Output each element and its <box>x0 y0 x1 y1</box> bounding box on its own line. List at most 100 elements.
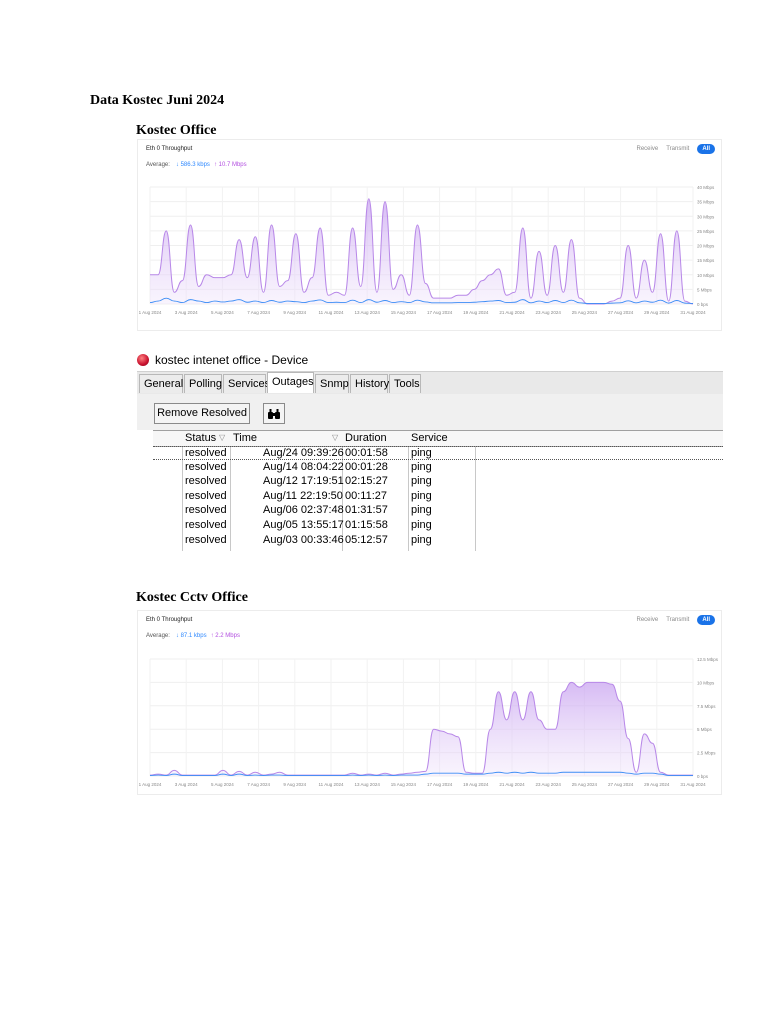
y-tick-label: 15 Mbps <box>697 258 715 263</box>
x-tick-label: 9 Aug 2024 <box>283 310 306 315</box>
x-tick-label: 1 Aug 2024 <box>139 310 162 315</box>
y-tick-label: 7.5 Mbps <box>697 704 716 709</box>
tab-tools[interactable]: Tools <box>389 374 421 393</box>
cell-duration: 02:15:27 <box>345 475 388 488</box>
x-tick-label: 21 Aug 2024 <box>499 782 525 787</box>
x-tick-label: 31 Aug 2024 <box>680 310 706 315</box>
table-header: Status Time Duration Service ▽ ▽ <box>153 431 723 447</box>
x-tick-label: 13 Aug 2024 <box>355 782 381 787</box>
x-tick-label: 23 Aug 2024 <box>536 782 562 787</box>
cell-duration: 00:01:28 <box>345 460 388 473</box>
x-tick-label: 7 Aug 2024 <box>247 310 270 315</box>
x-tick-label: 3 Aug 2024 <box>175 310 198 315</box>
x-tick-label: 1 Aug 2024 <box>139 782 162 787</box>
y-tick-label: 5 Mbps <box>697 287 713 292</box>
cell-service: ping <box>411 475 432 488</box>
x-tick-label: 11 Aug 2024 <box>319 782 344 787</box>
cell-service: ping <box>411 447 432 459</box>
cell-service: ping <box>411 519 432 531</box>
column-header-time[interactable]: Time <box>233 432 257 444</box>
cell-status: resolved <box>185 460 227 473</box>
column-header-status[interactable]: Status <box>185 432 216 444</box>
x-tick-label: 5 Aug 2024 <box>211 782 234 787</box>
remove-resolved-button[interactable]: Remove Resolved <box>154 403 250 424</box>
tab-snmp[interactable]: Snmp <box>315 374 349 393</box>
throughput-chart-office: 40 Mbps 35 Mbps 30 Mbps 25 Mbps 20 Mbps 15 Mb… <box>139 185 715 315</box>
cell-status: resolved <box>185 519 227 531</box>
y-tick-label: 10 Mbps <box>697 273 715 278</box>
window-title-bar: kostec intenet office - Device <box>137 351 308 369</box>
throughput-chart-cctv: 12.5 Mbps 10 Mbps 7.5 Mbps 5 Mbps 2.5 Mbps 0 … <box>139 657 719 787</box>
cell-time: Aug/12 17:19:51 <box>263 475 344 488</box>
throughput-panel-cctv: Eth 0 Throughput Average: ↓ 87.1 kbps ↑ 2.… <box>137 610 722 795</box>
sort-icon[interactable]: ▽ <box>219 433 225 442</box>
x-tick-label: 17 Aug 2024 <box>427 782 453 787</box>
cell-service: ping <box>411 489 432 502</box>
document-title: Data Kostec Juni 2024 <box>90 93 225 108</box>
cell-service: ping <box>411 460 432 473</box>
x-tick-label: 15 Aug 2024 <box>391 782 417 787</box>
table-row[interactable]: resolved Aug/03 00:33:46 05:12:57 ping <box>153 534 723 548</box>
cell-time: Aug/06 02:37:48 <box>263 504 344 517</box>
cell-time: Aug/14 08:04:22 <box>263 460 344 473</box>
tab-outages[interactable]: Outages <box>267 372 314 393</box>
x-tick-label: 3 Aug 2024 <box>175 782 198 787</box>
y-tick-label: 10 Mbps <box>697 680 715 685</box>
x-tick-label: 27 Aug 2024 <box>608 310 634 315</box>
y-tick-label: 5 Mbps <box>697 727 713 732</box>
x-tick-label: 5 Aug 2024 <box>211 310 234 315</box>
cell-time: Aug/05 13:55:17 <box>263 519 344 531</box>
x-tick-label: 27 Aug 2024 <box>608 782 634 787</box>
y-tick-label: 2.5 Mbps <box>697 751 716 756</box>
tab-polling[interactable]: Polling <box>184 374 222 393</box>
outages-table: Status Time Duration Service ▽ ▽ resolved Aug/2… <box>153 430 723 551</box>
y-tick-label: 12.5 Mbps <box>697 657 719 662</box>
cell-duration: 01:31:57 <box>345 504 388 517</box>
cell-status: resolved <box>185 447 227 459</box>
x-tick-label: 17 Aug 2024 <box>427 310 453 315</box>
table-row[interactable]: resolved Aug/06 02:37:48 01:31:57 ping <box>153 504 723 518</box>
x-tick-label: 31 Aug 2024 <box>680 782 706 787</box>
tab-general[interactable]: General <box>139 374 183 393</box>
cell-time: Aug/11 22:19:50 <box>263 489 343 502</box>
section-title-cctv: Kostec Cctv Office <box>136 590 248 605</box>
tab-services[interactable]: Services <box>223 374 270 393</box>
cell-status: resolved <box>185 504 227 517</box>
x-tick-label: 21 Aug 2024 <box>499 310 525 315</box>
y-tick-label: 25 Mbps <box>697 229 715 234</box>
table-row[interactable]: resolved Aug/05 13:55:17 01:15:58 ping <box>153 519 723 533</box>
column-header-service[interactable]: Service <box>411 432 448 444</box>
column-header-duration[interactable]: Duration <box>345 432 387 444</box>
find-button[interactable] <box>263 403 285 424</box>
tab-history[interactable]: History <box>350 374 389 393</box>
x-tick-label: 13 Aug 2024 <box>355 310 381 315</box>
cell-service: ping <box>411 504 432 517</box>
table-row[interactable]: resolved Aug/14 08:04:22 00:01:28 ping <box>153 461 723 475</box>
x-tick-label: 25 Aug 2024 <box>572 782 598 787</box>
table-row[interactable]: resolved Aug/12 17:19:51 02:15:27 ping <box>153 475 723 489</box>
cell-duration: 00:01:58 <box>345 447 388 459</box>
sort-icon[interactable]: ▽ <box>332 433 338 442</box>
cell-duration: 05:12:57 <box>345 533 388 546</box>
cell-service: ping <box>411 533 432 546</box>
table-row[interactable]: resolved Aug/11 22:19:50 00:11:27 ping <box>153 490 723 504</box>
tab-bar: General Polling Services Outages Snmp History… <box>137 371 723 395</box>
section-title-office: Kostec Office <box>136 123 217 138</box>
cell-duration: 01:15:58 <box>345 519 388 531</box>
y-tick-label: 20 Mbps <box>697 244 715 249</box>
y-tick-label: 30 Mbps <box>697 214 715 219</box>
x-tick-label: 29 Aug 2024 <box>644 782 670 787</box>
cell-time: Aug/03 00:33:46 <box>263 533 344 546</box>
x-tick-label: 15 Aug 2024 <box>391 310 417 315</box>
table-row[interactable]: resolved Aug/24 09:39:26 00:01:58 ping <box>153 446 723 460</box>
y-tick-label: 0 bps <box>697 302 709 307</box>
cell-duration: 00:11:27 <box>345 489 388 502</box>
y-tick-label: 0 bps <box>697 774 709 779</box>
cell-time: Aug/24 09:39:26 <box>263 447 344 459</box>
x-tick-label: 11 Aug 2024 <box>319 310 344 315</box>
x-tick-label: 9 Aug 2024 <box>283 782 306 787</box>
window-title: kostec intenet office - Device <box>155 353 309 367</box>
x-tick-label: 29 Aug 2024 <box>644 310 670 315</box>
throughput-panel-office: Eth 0 Throughput Average: ↓ 586.3 kbps ↑ 1… <box>137 139 722 331</box>
x-tick-label: 23 Aug 2024 <box>536 310 562 315</box>
